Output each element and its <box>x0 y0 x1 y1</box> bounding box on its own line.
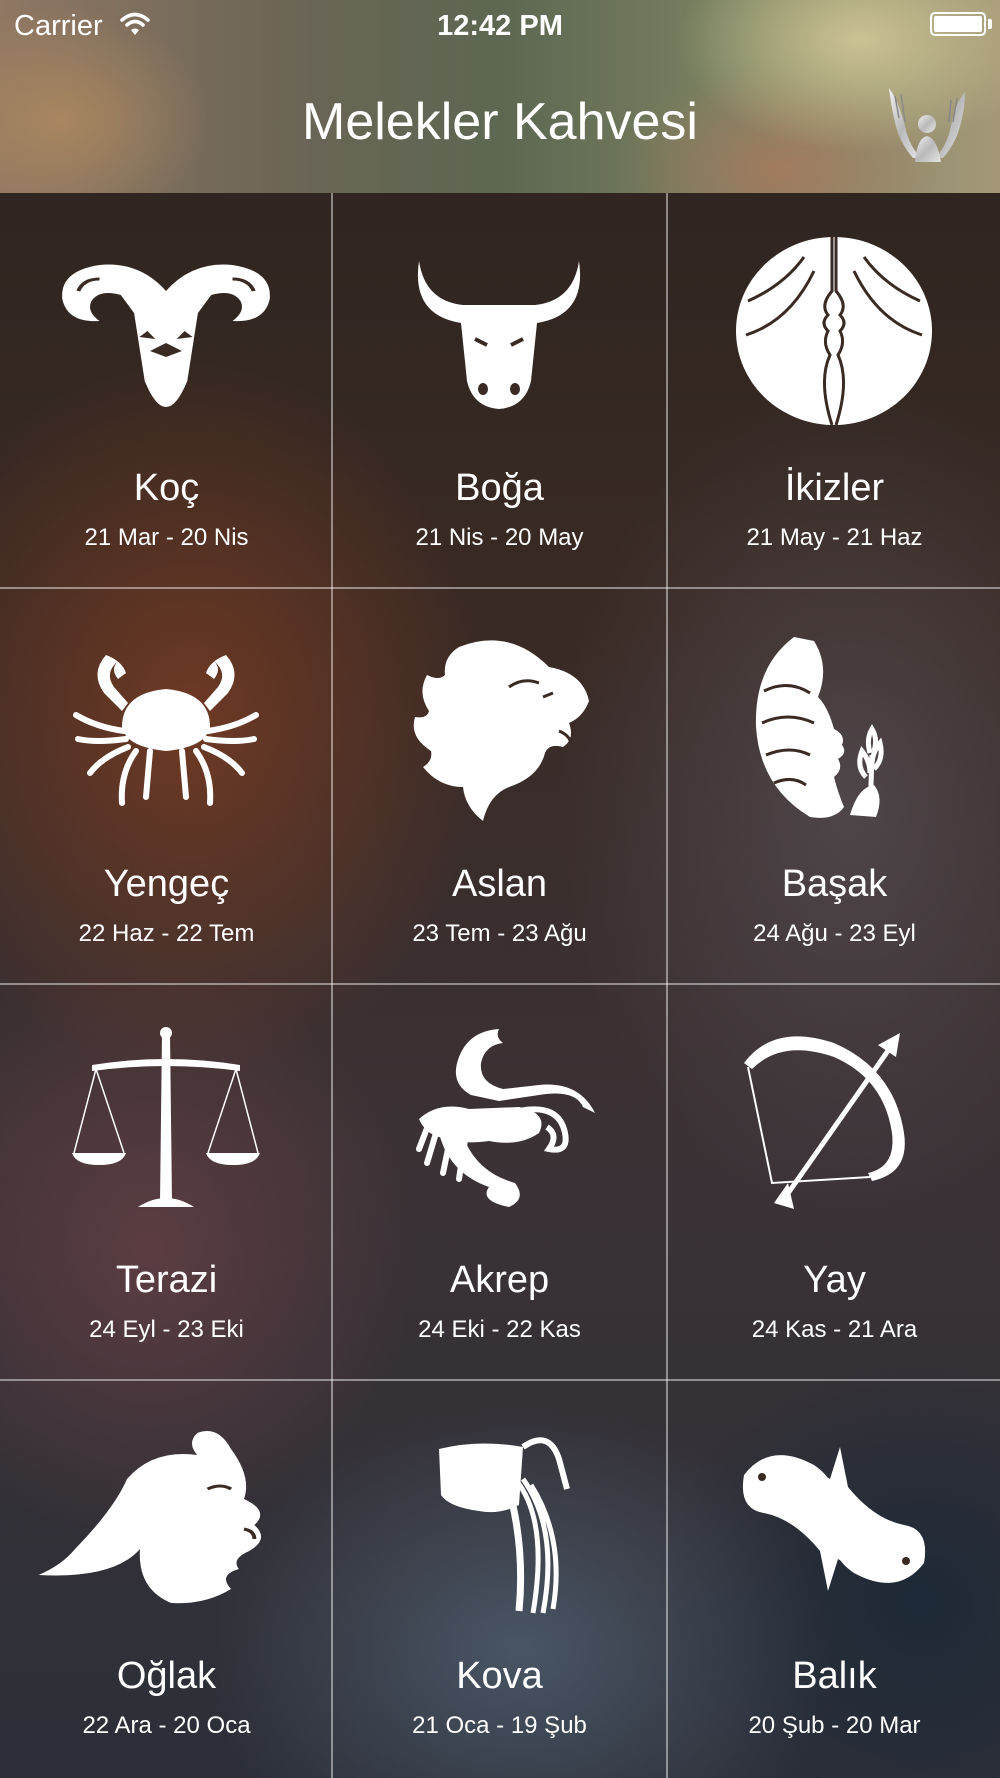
sign-cell-oglak[interactable]: Oğlak 22 Ara - 20 Oca <box>0 1381 333 1777</box>
sign-name: Yay <box>803 1259 866 1301</box>
zodiac-grid: Koç 21 Mar - 20 Nis Boğa 21 Nis - 20 May… <box>0 193 1000 1778</box>
sign-cell-akrep[interactable]: Akrep 24 Eki - 22 Kas <box>333 985 666 1381</box>
sign-cell-ikizler[interactable]: İkizler 21 May - 21 Haz <box>668 193 1000 589</box>
sign-name: Kova <box>456 1655 543 1697</box>
sign-dates: 23 Tem - 23 Ağu <box>412 920 587 947</box>
sign-cell-aslan[interactable]: Aslan 23 Tem - 23 Ağu <box>333 589 666 985</box>
sign-dates: 24 Eki - 22 Kas <box>418 1316 581 1343</box>
sign-cell-yay[interactable]: Yay 24 Kas - 21 Ara <box>668 985 1000 1381</box>
fish-icon <box>742 1447 926 1591</box>
sign-dates: 21 May - 21 Haz <box>746 524 923 551</box>
sign-name: Oğlak <box>116 1655 217 1697</box>
bull-icon <box>417 261 581 409</box>
status-bar: Carrier 12:42 PM <box>0 0 1000 50</box>
ram-icon <box>62 264 270 407</box>
sign-name: Akrep <box>449 1259 550 1301</box>
sign-cell-kova[interactable]: Kova 21 Oca - 19 Şub <box>333 1381 666 1777</box>
sign-cell-basak[interactable]: Başak 24 Ağu - 23 Eyl <box>668 589 1000 985</box>
sign-name: Yengeç <box>103 863 230 905</box>
sign-name: Aslan <box>451 863 548 905</box>
sign-name: İkizler <box>784 467 885 509</box>
sign-cell-balik[interactable]: Balık 20 Şub - 20 Mar <box>668 1381 1000 1777</box>
sign-dates: 21 Nis - 20 May <box>415 524 584 551</box>
maiden-icon <box>755 637 884 818</box>
sign-cell-yengec[interactable]: Yengeç 22 Haz - 22 Tem <box>0 589 333 985</box>
sign-name: Terazi <box>115 1259 218 1301</box>
scorpion-icon <box>416 1029 595 1207</box>
sign-dates: 24 Kas - 21 Ara <box>751 1316 918 1343</box>
header-bar: Carrier 12:42 PM Melekler Kahvesi <box>0 0 1000 193</box>
battery-tip <box>988 19 992 29</box>
water-jug-icon <box>439 1437 570 1614</box>
sign-dates: 20 Şub - 20 Mar <box>748 1712 921 1739</box>
sign-dates: 22 Haz - 22 Tem <box>78 920 255 947</box>
lion-icon <box>413 640 589 821</box>
sign-dates: 24 Eyl - 23 Eki <box>89 1316 244 1343</box>
bow-arrow-icon <box>744 1033 905 1209</box>
sign-dates: 21 Oca - 19 Şub <box>412 1712 587 1739</box>
page-title: Melekler Kahvesi <box>302 93 698 151</box>
sign-cell-koc[interactable]: Koç 21 Mar - 20 Nis <box>0 193 333 589</box>
scales-icon <box>72 1027 260 1207</box>
battery-icon <box>930 12 986 36</box>
sign-dates: 24 Ağu - 23 Eyl <box>753 920 916 947</box>
sign-cell-boga[interactable]: Boğa 21 Nis - 20 May <box>333 193 666 589</box>
twins-icon <box>736 237 932 426</box>
sign-name: Boğa <box>455 467 544 509</box>
clock-label: 12:42 PM <box>437 10 563 42</box>
sign-dates: 22 Ara - 20 Oca <box>82 1712 251 1739</box>
sign-name: Balık <box>792 1655 877 1697</box>
sign-name: Başak <box>781 863 888 905</box>
sign-dates: 21 Mar - 20 Nis <box>84 524 249 551</box>
sign-cell-terazi[interactable]: Terazi 24 Eyl - 23 Eki <box>0 985 333 1381</box>
goat-icon <box>38 1431 262 1604</box>
crab-icon <box>73 655 259 806</box>
sign-name: Koç <box>133 467 200 509</box>
angel-icon[interactable] <box>885 82 969 162</box>
